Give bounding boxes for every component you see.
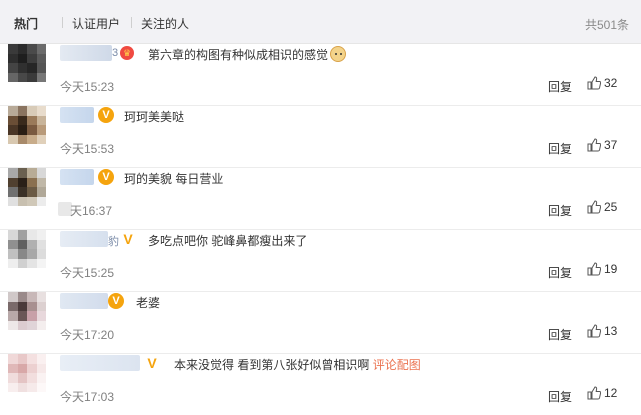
comment-text: 老婆 [136,296,161,310]
comment-time: 天16:37 [70,204,113,218]
comment-filter-bar: 热门 认证用户 关注的人 共501条 [0,0,641,44]
username-blurred[interactable] [60,231,108,247]
like-count: 25 [604,200,618,214]
tab-divider [131,17,132,28]
username-suffix[interactable]: 豹 [108,233,119,249]
avatar[interactable] [8,230,46,268]
like-button[interactable]: 19 [587,262,617,276]
like-button[interactable]: 12 [587,386,617,400]
like-count: 19 [604,262,618,276]
avatar[interactable] [8,106,46,144]
tab-verified-users[interactable]: 认证用户 [72,15,120,32]
comment-item: V 本来没觉得 看到第八张好似曾相识啊 评论配图 今天17:03 回复 12 [0,354,641,415]
reply-button[interactable]: 回复 [548,202,572,219]
v-badge-icon: V [123,231,133,247]
like-button[interactable]: 32 [587,76,617,90]
thumbs-up-icon [587,386,602,400]
reply-button[interactable]: 回复 [548,388,572,405]
comment-time: 今天17:03 [60,390,115,404]
comment-item: V 珂珂美美哒 今天15:53 回复 37 [0,106,641,168]
tab-following[interactable]: 关注的人 [141,15,189,32]
v-badge-icon: V [98,169,114,185]
comment-item: V 老婆 今天17:20 回复 13 [0,292,641,354]
reply-button[interactable]: 回复 [548,326,572,343]
username-blurred[interactable] [60,107,94,123]
v-badge-icon: V [108,293,124,309]
v-badge-icon: V [147,355,157,371]
avatar[interactable] [8,44,46,82]
comment-time: 今天15:25 [60,266,115,280]
comment-item: V 珂的美貌 每日营业 天16:37 回复 25 [0,168,641,230]
username-blurred[interactable] [60,355,140,371]
comment-text: 珂的美貌 每日营业 [124,172,224,186]
tab-hot[interactable]: 热门 [14,15,38,32]
thumbs-up-icon [587,138,602,152]
like-count: 13 [604,324,618,338]
like-count: 32 [604,76,618,90]
thumbs-up-icon [587,76,602,90]
reply-button[interactable]: 回复 [548,78,572,95]
view-comment-image-link[interactable]: 评论配图 [373,358,421,372]
comment-time: 今天17:20 [60,328,115,342]
thumbs-up-icon [587,262,602,276]
crown-icon: ♛ [120,46,134,60]
username-blurred[interactable] [60,45,112,61]
comment-text: 第六章的构图有种似成相识的感觉 [148,46,347,63]
username-suffix[interactable]: 3 [112,47,118,59]
avatar[interactable] [8,168,46,206]
v-badge-icon: V [98,107,114,123]
like-count: 37 [604,138,618,152]
comment-text: 多吃点吧你 驼峰鼻都瘦出来了 [148,234,308,248]
comment-time: 今天15:23 [60,80,115,94]
cat-emoji-icon [330,46,347,62]
username-blurred[interactable] [60,293,108,309]
comment-time: 今天15:53 [60,142,115,156]
comment-item: 豹 V 多吃点吧你 驼峰鼻都瘦出来了 今天15:25 回复 19 [0,230,641,292]
like-button[interactable]: 37 [587,138,617,152]
comment-text: 本来没觉得 看到第八张好似曾相识啊 评论配图 [174,358,421,372]
avatar[interactable] [8,292,46,330]
like-count: 12 [604,386,618,400]
thumbs-up-icon [587,200,602,214]
like-button[interactable]: 13 [587,324,617,338]
tab-divider [62,17,63,28]
like-button[interactable]: 25 [587,200,617,214]
avatar[interactable] [8,354,46,392]
comment-item: 3 ♛ 第六章的构图有种似成相识的感觉 今天15:23 回复 32 [0,44,641,106]
comment-total-count: 共501条 [584,18,629,32]
reply-button[interactable]: 回复 [548,264,572,281]
thumbs-up-icon [587,324,602,338]
username-blurred[interactable] [60,169,94,185]
comment-text: 珂珂美美哒 [124,110,185,124]
reply-button[interactable]: 回复 [548,140,572,157]
